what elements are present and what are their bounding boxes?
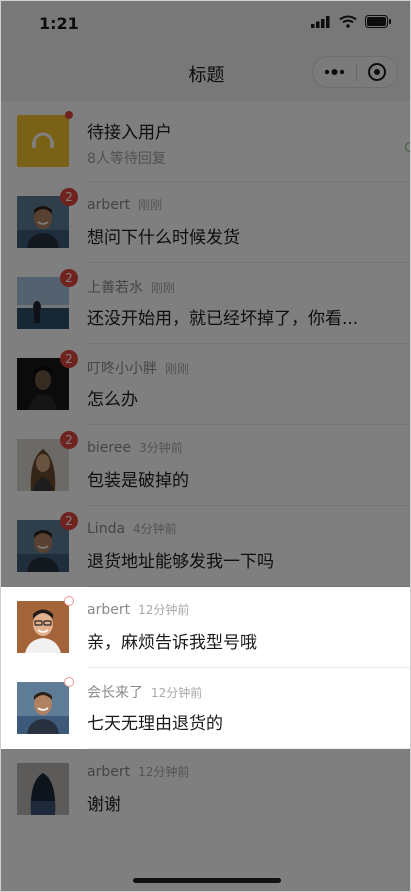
contact-name: arbert <box>87 764 131 780</box>
unread-badge: 2 <box>60 269 78 287</box>
contact-name: 叮咚小小胖 <box>87 361 157 377</box>
message-time: 3分钟前 <box>139 441 183 455</box>
more-icon <box>324 69 345 75</box>
contact-name: 会长来了 <box>87 685 143 701</box>
avatar <box>17 682 69 734</box>
close-miniprogram-button[interactable] <box>357 57 398 87</box>
list-item[interactable]: 2 arbert 刚刚 想问下什么时候发货 <box>1 182 410 263</box>
message-time: 12分钟前 <box>151 686 203 700</box>
last-message: 想问下什么时候发货 <box>87 228 240 248</box>
last-message: 退货地址能够发我一下吗 <box>87 552 274 572</box>
message-time: 12分钟前 <box>138 603 190 617</box>
contact-name-line: bieree 3分钟前 <box>87 439 183 456</box>
contact-name-line: 会长来了 12分钟前 <box>87 682 202 702</box>
avatar <box>17 196 69 248</box>
wifi-icon <box>339 15 357 28</box>
message-time: 12分钟前 <box>138 765 190 779</box>
unread-badge: 2 <box>60 188 78 206</box>
last-message: 谢谢 <box>87 795 121 815</box>
miniprogram-capsule <box>312 56 398 88</box>
list-item[interactable]: arbert 12分钟前 亲，麻烦告诉我型号哦 <box>1 587 410 668</box>
avatar <box>17 439 69 491</box>
status-dot <box>64 596 74 606</box>
avatar <box>17 358 69 410</box>
avatar <box>17 277 69 329</box>
list-item[interactable]: 2 上善若水 刚刚 还没开始用，就已经坏掉了，你看... <box>1 263 410 344</box>
conversation-list: 待接入用户 8人等待回复 2 arbert 刚刚 想问下什么时候发货 2 上善若… <box>1 101 410 830</box>
nav-bar: 标题 <box>1 47 410 101</box>
unread-dot <box>65 111 73 119</box>
contact-name-line: arbert 12分钟前 <box>87 601 189 618</box>
list-item[interactable]: 会长来了 12分钟前 七天无理由退货的 <box>1 668 410 749</box>
unread-badge: 2 <box>60 431 78 449</box>
status-icons <box>311 15 392 28</box>
status-bar: 1:21 <box>1 1 410 47</box>
headset-icon <box>17 115 69 167</box>
contact-name-line: arbert 刚刚 <box>87 196 162 213</box>
message-time: 4分钟前 <box>133 522 177 536</box>
signal-icon <box>311 15 330 28</box>
last-message: 七天无理由退货的 <box>87 714 223 734</box>
contact-name-line: arbert 12分钟前 <box>87 763 189 780</box>
contact-name-line: 叮咚小小胖 刚刚 <box>87 358 189 378</box>
more-button[interactable] <box>313 57 356 87</box>
last-message: 怎么办 <box>87 390 138 410</box>
waiting-users-title: 待接入用户 <box>87 123 172 143</box>
unread-badge: 2 <box>60 350 78 368</box>
avatar <box>17 763 69 815</box>
avatar <box>17 520 69 572</box>
message-time: 刚刚 <box>138 198 163 212</box>
waiting-users-count: 8人等待回复 <box>87 151 166 167</box>
online-indicator <box>405 142 410 152</box>
contact-name: arbert <box>87 197 131 213</box>
waiting-users-row[interactable]: 待接入用户 8人等待回复 <box>1 101 410 182</box>
status-dot <box>64 677 74 687</box>
contact-name-line: Linda 4分钟前 <box>87 520 177 537</box>
list-item[interactable]: 2 bieree 3分钟前 包装是破掉的 <box>1 425 410 506</box>
target-icon <box>368 63 386 81</box>
home-indicator[interactable] <box>133 878 281 883</box>
contact-name: arbert <box>87 602 131 618</box>
status-time: 1:21 <box>39 14 79 33</box>
phone-screen: 1:21 标题 待接入用户 8人等待回复 2 arbert 刚刚 想问下什么时候… <box>0 0 411 892</box>
contact-name: 上善若水 <box>87 280 143 296</box>
list-item[interactable]: 2 叮咚小小胖 刚刚 怎么办 <box>1 344 410 425</box>
unread-badge: 2 <box>60 512 78 530</box>
list-item[interactable]: arbert 12分钟前 谢谢 <box>1 749 410 830</box>
last-message: 亲，麻烦告诉我型号哦 <box>87 633 257 653</box>
contact-name: bieree <box>87 440 132 456</box>
contact-name: Linda <box>87 521 126 537</box>
contact-name-line: 上善若水 刚刚 <box>87 277 175 297</box>
battery-icon <box>365 15 391 28</box>
last-message: 包装是破掉的 <box>87 471 189 491</box>
message-time: 刚刚 <box>165 362 190 376</box>
last-message: 还没开始用，就已经坏掉了，你看... <box>87 309 359 329</box>
message-time: 刚刚 <box>151 281 176 295</box>
list-item[interactable]: 2 Linda 4分钟前 退货地址能够发我一下吗 <box>1 506 410 587</box>
avatar <box>17 601 69 653</box>
